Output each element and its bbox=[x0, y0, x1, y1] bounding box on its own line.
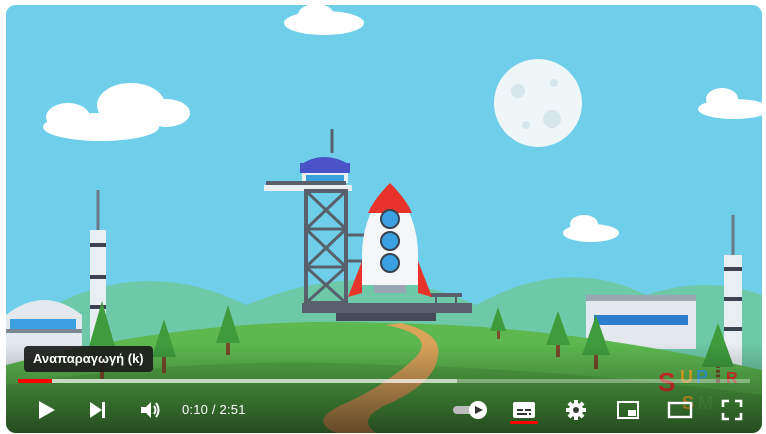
video-frame: S U P E R S M Αναπαραγωγή (k) bbox=[0, 0, 766, 434]
subtitles-button[interactable] bbox=[506, 391, 542, 429]
player-controls: 0:10 / 2:51 bbox=[6, 391, 762, 429]
progress-loaded bbox=[18, 379, 458, 383]
mute-button[interactable] bbox=[132, 391, 168, 429]
play-tooltip: Αναπαραγωγή (k) bbox=[24, 346, 153, 372]
play-icon bbox=[39, 401, 55, 419]
next-icon bbox=[90, 402, 105, 418]
miniplayer-button[interactable] bbox=[610, 391, 646, 429]
video-player[interactable]: S U P E R S M Αναπαραγωγή (k) bbox=[6, 5, 762, 433]
current-time: 0:10 bbox=[182, 402, 209, 417]
theater-mode-icon bbox=[667, 401, 693, 419]
time-separator: / bbox=[208, 402, 220, 417]
miniplayer-icon bbox=[617, 401, 639, 419]
fullscreen-button[interactable] bbox=[714, 391, 750, 429]
play-button[interactable] bbox=[28, 391, 64, 429]
subtitles-icon bbox=[513, 402, 535, 418]
settings-icon bbox=[566, 400, 586, 420]
volume-icon bbox=[141, 402, 160, 418]
next-button[interactable] bbox=[80, 391, 116, 429]
progress-played bbox=[18, 379, 52, 383]
duration: 2:51 bbox=[219, 402, 246, 417]
fullscreen-icon bbox=[721, 399, 743, 421]
progress-bar[interactable] bbox=[18, 379, 750, 383]
theater-mode-button[interactable] bbox=[662, 391, 698, 429]
subtitles-active-indicator bbox=[510, 421, 538, 424]
settings-button[interactable] bbox=[558, 391, 594, 429]
time-display: 0:10 / 2:51 bbox=[182, 402, 246, 417]
moon bbox=[494, 59, 582, 147]
autoplay-toggle-icon bbox=[453, 401, 487, 419]
autoplay-toggle[interactable] bbox=[450, 391, 490, 429]
